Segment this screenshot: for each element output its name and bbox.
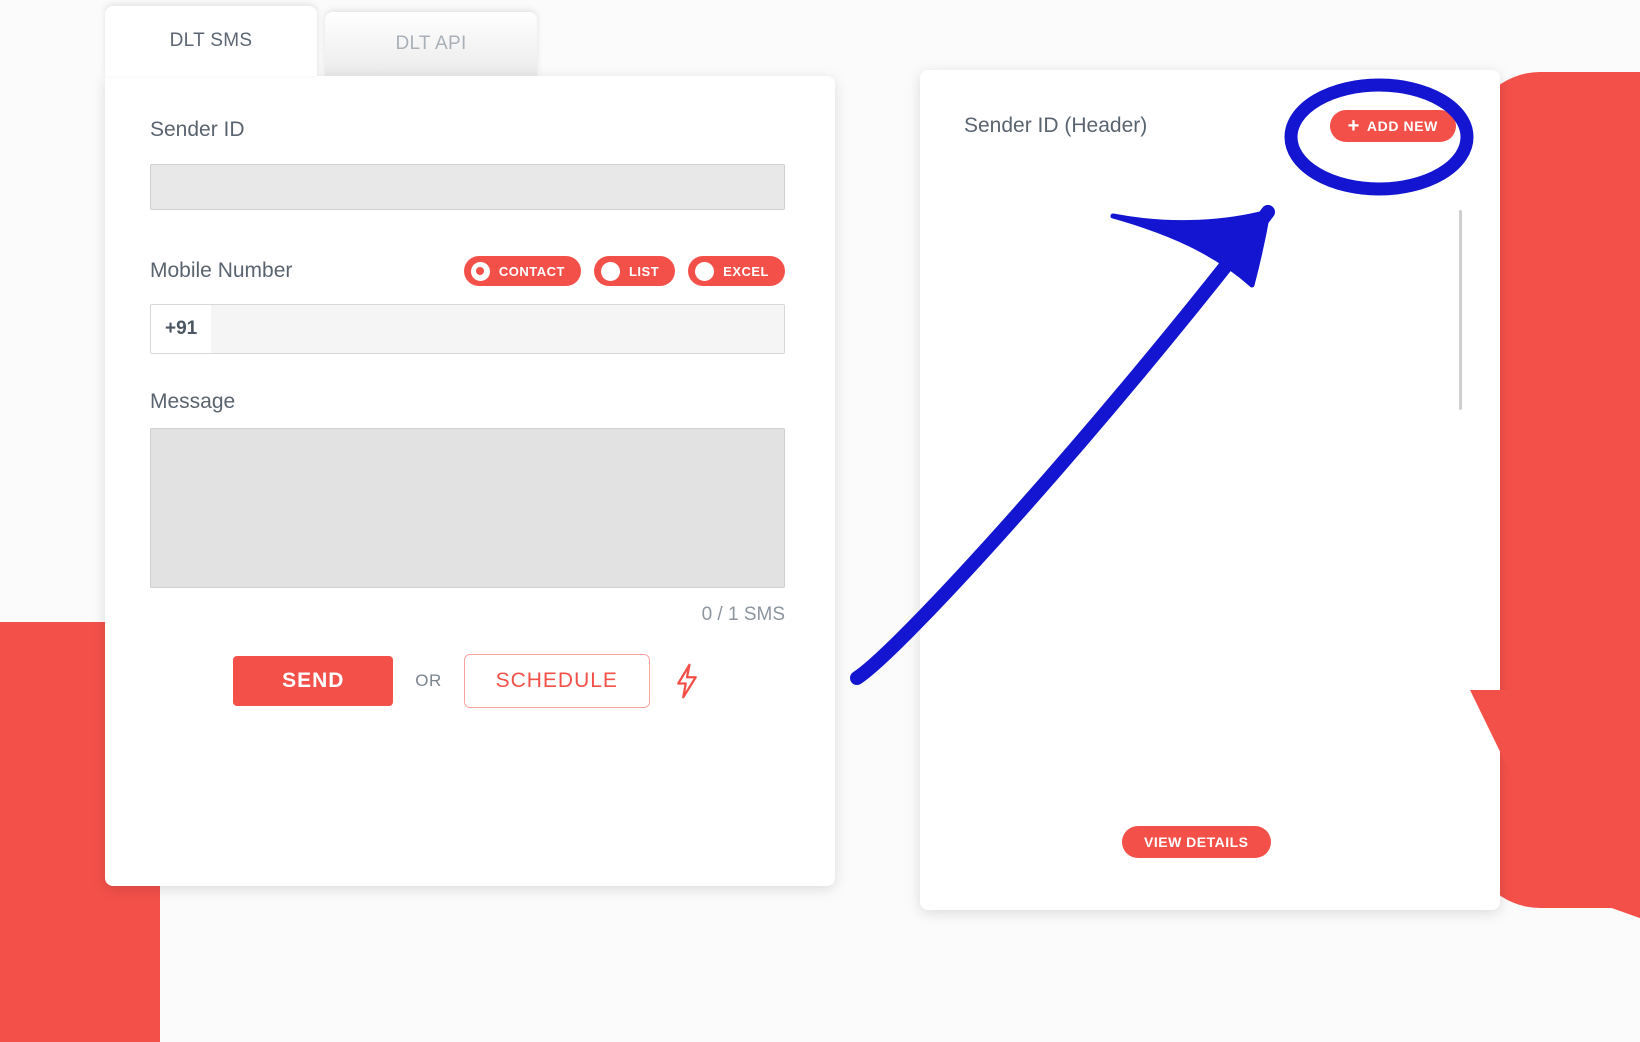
- tab-dlt-sms[interactable]: DLT SMS: [105, 6, 317, 76]
- source-option-group: CONTACT LIST EXCEL: [463, 256, 785, 286]
- message-textarea[interactable]: [150, 428, 785, 588]
- form-actions: SEND OR SCHEDULE: [150, 654, 785, 708]
- sender-id-header-row: Sender ID (Header) + ADD NEW: [964, 110, 1456, 142]
- add-new-label: ADD NEW: [1366, 118, 1438, 134]
- tab-dlt-api-label: DLT API: [395, 33, 467, 54]
- source-option-excel-label: EXCEL: [723, 263, 769, 279]
- message-label: Message: [150, 390, 236, 413]
- source-option-list[interactable]: LIST: [593, 256, 676, 286]
- lightning-bolt-icon[interactable]: [672, 662, 702, 700]
- source-option-contact[interactable]: CONTACT: [463, 256, 581, 286]
- send-button[interactable]: SEND: [233, 656, 394, 706]
- sender-id-header-card: Sender ID (Header) + ADD NEW VIEW DETAIL…: [920, 70, 1500, 910]
- sms-counter: 0 / 1 SMS: [701, 604, 785, 625]
- schedule-button[interactable]: SCHEDULE: [463, 654, 650, 708]
- mobile-number-label: Mobile Number: [150, 259, 293, 282]
- source-option-list-label: LIST: [628, 263, 660, 279]
- dlt-panel: DLT SMS DLT API Sender ID Mobile Number …: [105, 6, 835, 886]
- tab-dlt-api[interactable]: DLT API: [325, 12, 537, 76]
- tab-dlt-sms-label: DLT SMS: [169, 30, 253, 51]
- sender-id-input[interactable]: [150, 164, 785, 210]
- add-new-button[interactable]: + ADD NEW: [1329, 110, 1456, 142]
- sender-id-list-scrollbar[interactable]: [1459, 210, 1462, 410]
- or-separator-label: OR: [415, 671, 442, 690]
- mobile-number-field[interactable]: +91: [150, 304, 785, 354]
- dlt-sms-form-card: Sender ID Mobile Number CONTACT LIST EXC…: [105, 76, 835, 886]
- mobile-number-input[interactable]: [211, 305, 784, 353]
- sender-id-label: Sender ID: [150, 118, 245, 141]
- source-option-contact-label: CONTACT: [498, 263, 565, 279]
- radio-unselected-icon: [695, 261, 715, 281]
- source-option-excel[interactable]: EXCEL: [688, 256, 785, 286]
- country-code-prefix: +91: [151, 305, 212, 353]
- plus-icon: +: [1347, 115, 1360, 137]
- radio-unselected-icon: [600, 261, 620, 281]
- mobile-number-row: Mobile Number CONTACT LIST EXCEL: [150, 256, 785, 286]
- radio-selected-icon: [470, 261, 490, 281]
- view-details-button[interactable]: VIEW DETAILS: [1122, 826, 1271, 858]
- sender-id-header-title: Sender ID (Header): [964, 114, 1148, 137]
- tab-strip: DLT SMS DLT API: [105, 6, 835, 76]
